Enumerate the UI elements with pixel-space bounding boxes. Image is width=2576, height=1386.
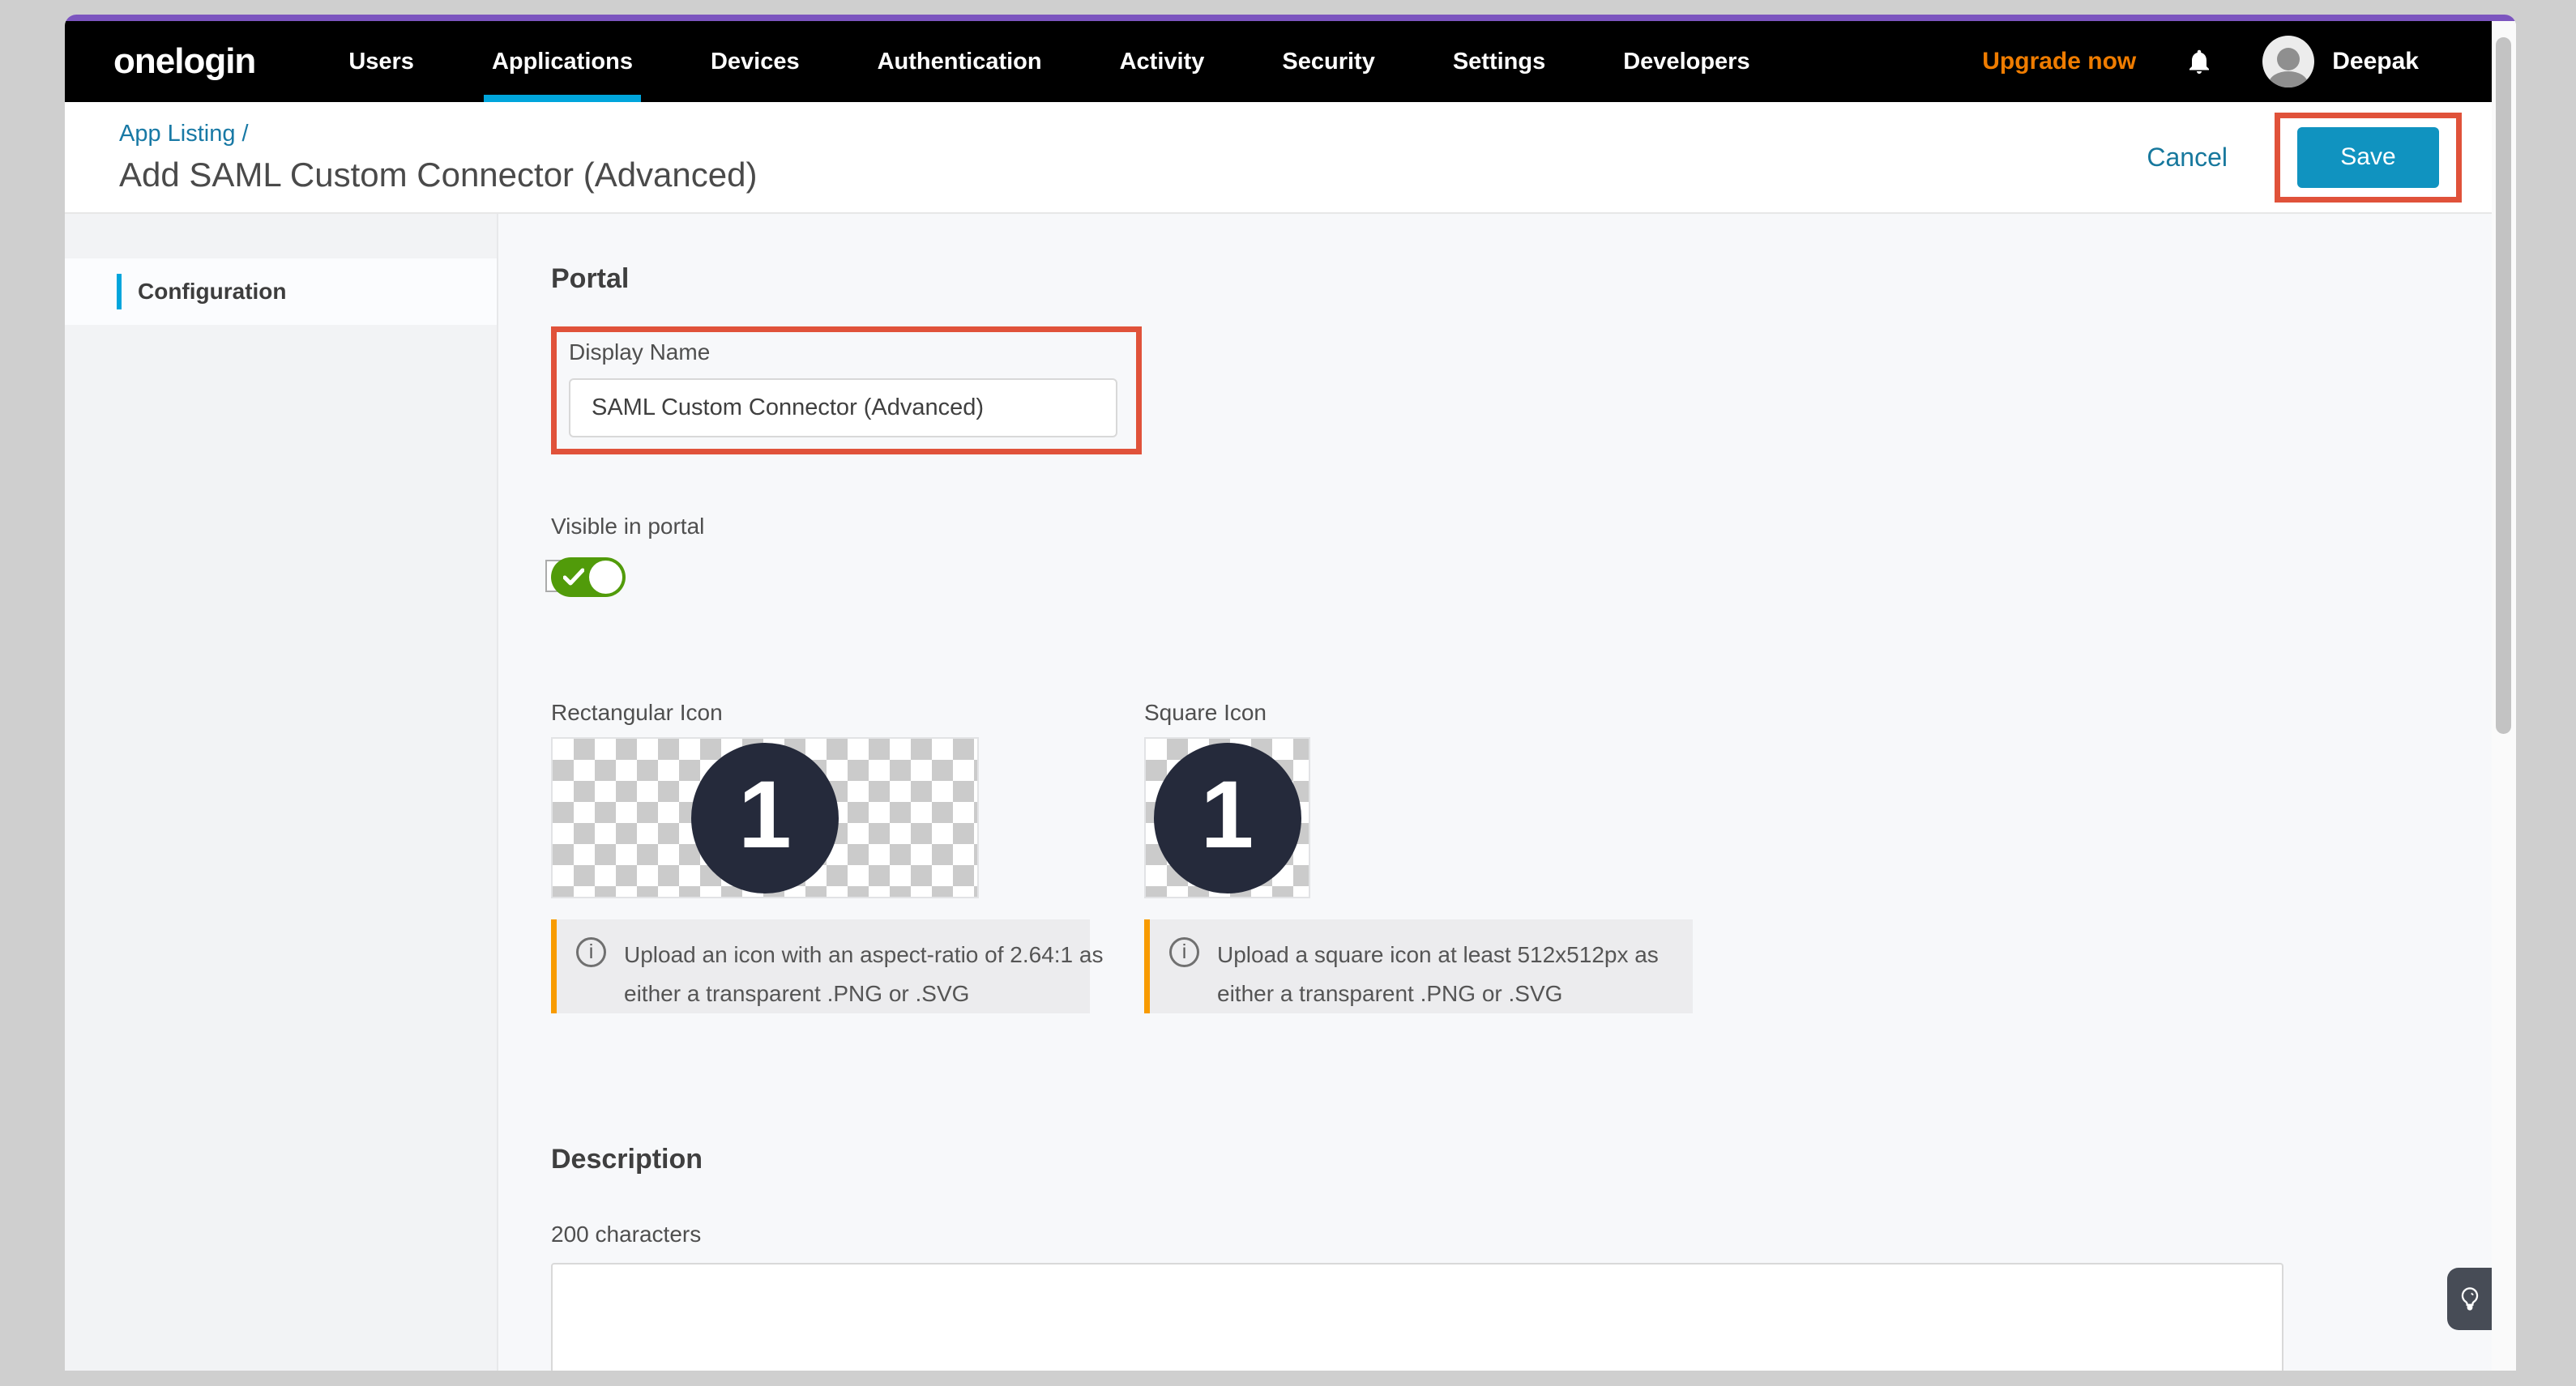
visible-in-portal-toggle[interactable] [551,557,626,597]
display-name-label: Display Name [569,339,1136,365]
character-count-label: 200 characters [551,1222,2492,1247]
onelogin-logo[interactable]: onelogin [113,41,255,82]
square-icon-label: Square Icon [1144,700,1693,726]
cancel-button[interactable]: Cancel [2147,143,2228,173]
toggle-knob [589,561,622,594]
breadcrumb[interactable]: App Listing / [119,121,757,147]
main-nav: Users Applications Devices Authenticatio… [340,21,1819,102]
app-logo-numeral: 1 [1201,767,1254,863]
nav-item-authentication[interactable]: Authentication [869,21,1050,102]
app-logo-circle: 1 [691,743,839,893]
help-tip-button[interactable] [2447,1268,2492,1330]
scrollbar-thumb[interactable] [2496,37,2511,734]
visible-in-portal-label: Visible in portal [551,514,2492,539]
user-name[interactable]: Deepak [2332,48,2419,75]
page-header: App Listing / Add SAML Custom Connector … [65,102,2492,214]
display-name-annotation-box: Display Name [551,326,1142,454]
nav-item-security[interactable]: Security [1274,21,1382,102]
nav-item-devices[interactable]: Devices [703,21,808,102]
nav-item-developers[interactable]: Developers [1615,21,1758,102]
top-accent-bar [65,15,2516,21]
rect-info-line2: either a transparent .PNG or .SVG [624,974,1103,1013]
portal-section-heading: Portal [551,262,2492,295]
browser-page: onelogin Users Applications Devices Auth… [65,15,2516,1371]
info-icon: i [576,937,606,967]
nav-item-users[interactable]: Users [340,21,422,102]
display-name-input[interactable] [569,378,1117,437]
notifications-bell-icon[interactable] [2185,45,2214,78]
avatar-head-shape [2277,48,2300,70]
sidebar: Configuration [65,214,498,1371]
active-item-accent-bar [117,274,122,309]
top-navbar: onelogin Users Applications Devices Auth… [65,21,2492,102]
square-info-line2: either a transparent .PNG or .SVG [1217,974,1659,1013]
nav-item-applications[interactable]: Applications [484,21,641,102]
check-icon [563,568,584,586]
avatar-body-shape [2269,71,2308,87]
rectangular-icon-info-note: i Upload an icon with an aspect-ratio of… [551,919,1090,1013]
app-logo-numeral: 1 [738,767,792,863]
description-textarea[interactable] [551,1263,2283,1371]
rectangular-icon-upload[interactable]: 1 [551,737,979,898]
save-button[interactable]: Save [2297,127,2439,188]
main-content: Portal Display Name Visible in portal [498,214,2492,1371]
page-title: Add SAML Custom Connector (Advanced) [119,156,757,194]
square-info-line1: Upload a square icon at least 512x512px … [1217,936,1659,974]
sidebar-item-label: Configuration [138,279,287,305]
rectangular-icon-label: Rectangular Icon [551,700,1090,726]
rect-info-line1: Upload an icon with an aspect-ratio of 2… [624,936,1103,974]
app-logo-circle: 1 [1154,743,1301,893]
description-section-heading: Description [551,1143,2492,1175]
nav-item-settings[interactable]: Settings [1445,21,1553,102]
desktop: { "nav": { "logo": "onelogin", "items": … [0,0,2576,1386]
sidebar-item-configuration[interactable]: Configuration [65,258,497,325]
lightbulb-icon [2459,1286,2481,1313]
user-avatar[interactable] [2262,36,2314,87]
nav-item-activity[interactable]: Activity [1112,21,1213,102]
info-icon: i [1169,937,1199,967]
square-icon-info-note: i Upload a square icon at least 512x512p… [1144,919,1693,1013]
upgrade-now-link[interactable]: Upgrade now [1982,48,2136,75]
save-annotation-box: Save [2275,113,2462,203]
scrollbar-track[interactable] [2492,21,2516,1371]
square-icon-upload[interactable]: 1 [1144,737,1310,898]
